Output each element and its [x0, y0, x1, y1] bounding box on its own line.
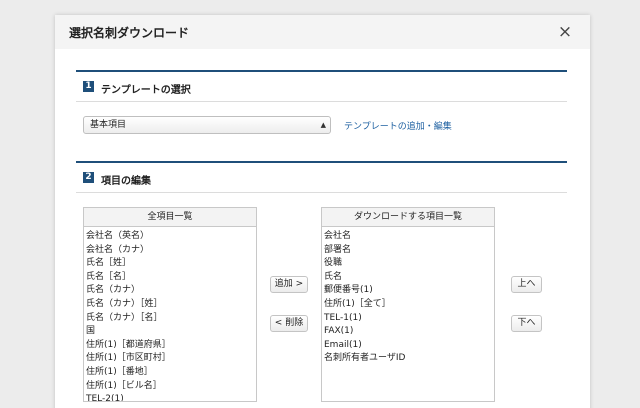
list-item[interactable]: 会社名（カナ）: [86, 244, 256, 258]
section-1-title: テンプレートの選択: [101, 85, 191, 96]
move-up-button[interactable]: 上へ: [511, 276, 542, 293]
list-item[interactable]: 氏名: [324, 271, 494, 285]
download-dialog: 選択名刺ダウンロード × 1 テンプレートの選択 基本項目 ▲ テンプレートの追…: [55, 15, 590, 408]
download-items-header: ダウンロードする項目一覧: [322, 208, 494, 227]
list-item[interactable]: 氏名（カナ）: [86, 284, 256, 298]
list-item[interactable]: 住所(1)［番地］: [86, 366, 256, 380]
list-item[interactable]: 役職: [324, 257, 494, 271]
list-item[interactable]: Email(1): [324, 339, 494, 353]
template-select-value: 基本項目: [90, 120, 127, 130]
select-arrows-icon: ▲: [320, 121, 326, 129]
section-1-top-border: [76, 70, 567, 72]
section-1-divider: [76, 101, 567, 102]
list-item[interactable]: 名刺所有者ユーザID: [324, 352, 494, 366]
list-item[interactable]: TEL-2(1): [86, 393, 256, 401]
dialog-header: 選択名刺ダウンロード ×: [55, 15, 590, 49]
list-item[interactable]: 部署名: [324, 244, 494, 258]
all-items-header: 全項目一覧: [84, 208, 256, 227]
download-items-container: 会社名 部署名 役職 氏名 郵便番号(1) 住所(1)［全て］ TEL-1(1) FAX(1)…: [322, 227, 494, 366]
all-items-list[interactable]: 全項目一覧 会社名（英名） 会社名（カナ） 氏名［姓］ 氏名［名］ 氏名（カナ） 氏名（カ…: [83, 207, 257, 402]
list-item[interactable]: FAX(1): [324, 325, 494, 339]
section-2-number: 2: [83, 172, 94, 183]
section-1-number: 1: [83, 81, 94, 92]
list-item[interactable]: 氏名［姓］: [86, 257, 256, 271]
section-2-divider: [76, 192, 567, 193]
section-2-top-border: [76, 161, 567, 163]
list-item[interactable]: 住所(1)［都道府県］: [86, 339, 256, 353]
dialog-title: 選択名刺ダウンロード: [69, 26, 190, 40]
list-item[interactable]: 住所(1)［市区町村］: [86, 352, 256, 366]
template-edit-link[interactable]: テンプレートの追加・編集: [344, 119, 452, 132]
list-item[interactable]: 郵便番号(1): [324, 284, 494, 298]
list-item[interactable]: 国: [86, 325, 256, 339]
list-item[interactable]: 氏名（カナ）［姓］: [86, 298, 256, 312]
download-items-list[interactable]: ダウンロードする項目一覧 会社名 部署名 役職 氏名 郵便番号(1) 住所(1)［全て］ T…: [321, 207, 495, 402]
close-icon[interactable]: ×: [555, 23, 575, 43]
list-item[interactable]: 住所(1)［ビル名］: [86, 380, 256, 394]
add-button[interactable]: 追加 >: [270, 276, 308, 293]
remove-button[interactable]: < 削除: [270, 315, 308, 332]
list-item[interactable]: 氏名［名］: [86, 271, 256, 285]
list-item[interactable]: 氏名（カナ）［名］: [86, 312, 256, 326]
move-down-button[interactable]: 下へ: [511, 315, 542, 332]
section-2-title: 項目の編集: [101, 176, 151, 187]
list-item[interactable]: 会社名: [324, 230, 494, 244]
list-item[interactable]: 会社名（英名）: [86, 230, 256, 244]
template-select[interactable]: 基本項目 ▲: [83, 116, 331, 134]
list-item[interactable]: 住所(1)［全て］: [324, 298, 494, 312]
all-items-container: 会社名（英名） 会社名（カナ） 氏名［姓］ 氏名［名］ 氏名（カナ） 氏名（カナ）［姓］ 氏…: [84, 227, 256, 401]
list-item[interactable]: TEL-1(1): [324, 312, 494, 326]
